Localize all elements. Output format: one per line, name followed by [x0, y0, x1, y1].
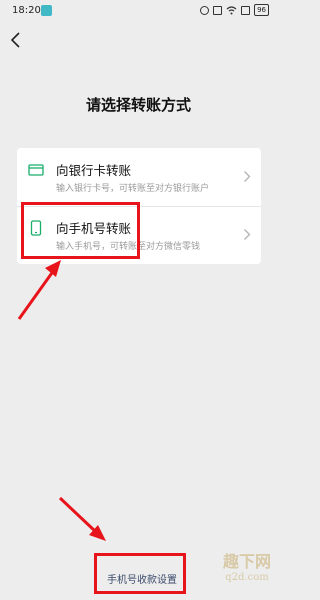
option-bank-card-subtitle: 输入银行卡号，可转账至对方银行账户 [56, 184, 210, 194]
bank-card-icon [28, 164, 44, 176]
watermark-line1: 趣下网 [222, 552, 271, 571]
annotation-arrow-icon [58, 496, 106, 541]
page-title: 请选择转账方式 [85, 96, 191, 114]
status-time: 18:20 [12, 5, 41, 16]
option-bank-card-title: 向银行卡转账 [56, 163, 132, 178]
option-bank-card[interactable]: 向银行卡转账 输入银行卡号，可转账至对方银行账户 [17, 148, 261, 206]
app-notification-icon [41, 5, 52, 16]
annotation-highlight-phone-option [21, 202, 140, 259]
status-icons: 96 [200, 4, 269, 16]
annotation-arrow-icon [17, 260, 61, 320]
chevron-right-icon [244, 171, 251, 182]
battery-indicator: 96 [254, 4, 269, 16]
alarm-icon [200, 5, 210, 15]
watermark-logo: 趣下网 q2d.com [223, 554, 271, 586]
back-arrow-icon[interactable] [8, 31, 24, 49]
status-bar: 18:20 96 [0, 0, 277, 22]
vibrate-icon [213, 5, 223, 15]
wifi-icon [226, 5, 237, 14]
watermark-line2: q2d.com [225, 572, 269, 583]
phone-receive-settings-link[interactable]: 手机号收款设置 [97, 571, 187, 586]
sim-icon [241, 5, 251, 15]
transfer-method-screen: 18:20 96 请选择转账方式 向银行卡转账 输入银行卡号，可转账至对方银行账… [0, 0, 277, 600]
chevron-right-icon [244, 229, 251, 240]
